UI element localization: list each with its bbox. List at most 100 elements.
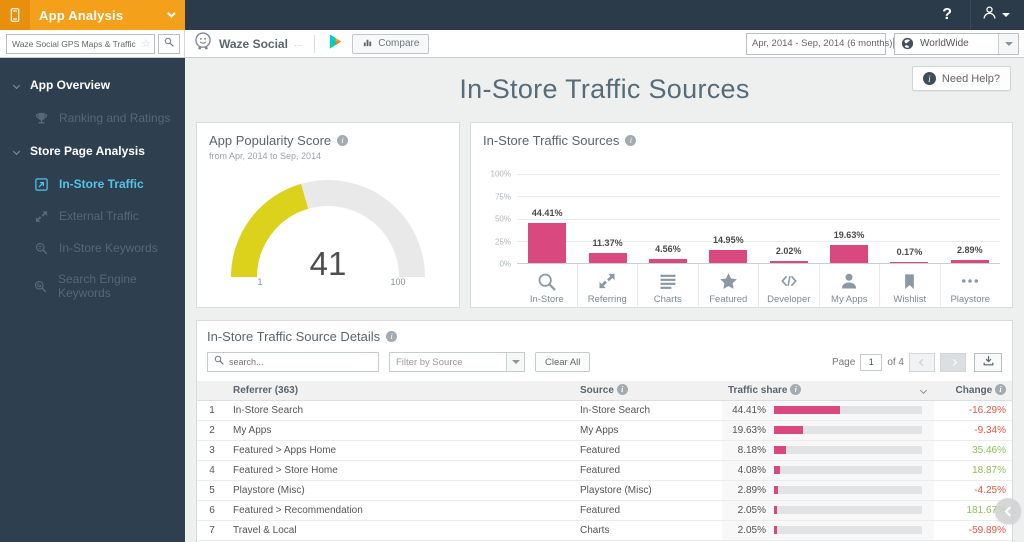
category-cell-developer[interactable]: Developer: [758, 264, 819, 309]
share-value: 4.08%: [737, 464, 766, 476]
category-cell-referring[interactable]: Referring: [576, 264, 638, 309]
change-cell: -16.29%: [934, 400, 1012, 421]
traffic-share-cell: 19.63%: [722, 420, 934, 441]
info-icon[interactable]: i: [386, 331, 398, 342]
bar[interactable]: [709, 249, 748, 263]
bar-value-label: 19.63%: [833, 230, 865, 241]
next-page-button[interactable]: [940, 352, 966, 372]
main-content: In-Store Traffic Sources i Need Help? Ap…: [185, 58, 1024, 542]
date-range-picker[interactable]: Apr, 2014 - Sep, 2014 (6 months): [746, 32, 907, 55]
bar-column: 19.63%: [819, 174, 879, 263]
chevron-down-icon: [12, 147, 21, 155]
app-search-field[interactable]: ☆: [6, 33, 155, 54]
compare-button[interactable]: Compare: [352, 33, 430, 54]
bar[interactable]: [769, 261, 808, 263]
clear-all-button[interactable]: Clear All: [535, 352, 591, 372]
bar[interactable]: [588, 252, 627, 263]
section-label: Store Page Analysis: [30, 144, 145, 158]
info-icon[interactable]: i: [995, 384, 1006, 396]
export-button[interactable]: [974, 352, 1002, 372]
category-cell-my-apps[interactable]: My Apps: [818, 264, 880, 309]
traffic-sources-card-title: In-Store Traffic Sources: [483, 133, 620, 148]
info-icon[interactable]: i: [790, 384, 802, 396]
column-referrer[interactable]: Referrer (363): [227, 381, 574, 401]
share-bar-fill: [774, 506, 778, 514]
column-traffic-share[interactable]: Traffic share i: [722, 381, 934, 401]
filter-dropdown-arrow[interactable]: [506, 353, 524, 371]
sidebar-section-store-page-analysis[interactable]: Store Page Analysis: [0, 134, 185, 168]
sidebar-item-external-traffic[interactable]: External Traffic: [0, 200, 185, 232]
bar-value-label: 0.17%: [896, 246, 923, 257]
details-table-body: 1 In-Store Search In-Store Search 44.41% -16…: [197, 400, 1012, 541]
help-button[interactable]: ?: [924, 6, 970, 24]
current-app[interactable]: Waze Social ...: [193, 31, 302, 56]
need-help-label: Need Help?: [941, 72, 1000, 85]
y-tick-label: 0%: [499, 259, 511, 269]
info-icon[interactable]: i: [616, 384, 628, 396]
chevron-right-icon: [949, 358, 957, 366]
mobile-phone-icon: [0, 0, 30, 30]
item-label: Search Engine Keywords: [58, 272, 137, 300]
previous-page-button[interactable]: [909, 352, 935, 372]
item-label: In-Store Traffic: [59, 177, 144, 191]
category-cell-in-store[interactable]: In-Store: [517, 264, 577, 309]
magnifier-icon: [213, 353, 225, 371]
traffic-share-cell: 2.89%: [722, 480, 934, 501]
info-icon[interactable]: i: [625, 135, 637, 146]
app-search-button[interactable]: [158, 33, 180, 54]
sidebar-item-in-store-keywords[interactable]: In-Store Keywords: [0, 232, 185, 264]
wishlist-bookmark-icon: [880, 270, 940, 292]
sidebar-item-search-engine-keywords[interactable]: Search Engine Keywords: [0, 264, 185, 308]
filter-by-source-select[interactable]: Filter by Source: [389, 352, 525, 372]
app-search-area: ☆: [0, 30, 185, 57]
need-help-button[interactable]: i Need Help?: [911, 66, 1011, 91]
share-value: 2.05%: [737, 504, 766, 516]
page-number-input[interactable]: [860, 353, 883, 371]
column-change[interactable]: Change i: [934, 381, 1012, 401]
sidebar-section-app-overview[interactable]: App Overview: [0, 68, 185, 102]
share-bar-track: [774, 506, 922, 514]
sidebar-item-in-store-traffic[interactable]: In-Store Traffic: [0, 168, 185, 200]
category-cell-charts[interactable]: Charts: [637, 264, 698, 309]
region-select[interactable]: WorldWide: [894, 32, 1019, 55]
gauge-max-label: 100: [390, 277, 405, 287]
my-apps-person-icon: [820, 270, 880, 292]
popularity-card-title: App Popularity Score: [209, 133, 332, 148]
app-search-input[interactable]: [7, 38, 142, 49]
category-cell-playstore[interactable]: Playstore: [939, 264, 1001, 309]
bar[interactable]: [950, 260, 989, 263]
referrer-cell: Featured > Store Home: [227, 460, 574, 481]
source-cell: Featured: [574, 440, 722, 461]
bar-column: 2.89%: [940, 174, 1000, 263]
product-switcher[interactable]: App Analysis: [0, 0, 185, 30]
feedback-button[interactable]: [995, 498, 1021, 524]
favorite-star-icon[interactable]: ☆: [141, 37, 154, 50]
bar[interactable]: [890, 261, 929, 263]
compare-label: Compare: [378, 38, 420, 49]
share-bar-track: [774, 526, 922, 534]
bar-column: 4.56%: [638, 174, 698, 263]
info-icon[interactable]: i: [337, 135, 349, 146]
bar-value-label: 14.95%: [713, 234, 744, 245]
chevron-down-icon: [12, 81, 21, 89]
download-icon: [982, 354, 995, 370]
item-label: In-Store Keywords: [59, 241, 158, 255]
chevron-left-icon: [1004, 506, 1014, 516]
category-cell-wishlist[interactable]: Wishlist: [879, 264, 940, 309]
sidebar-item-ranking-and-ratings[interactable]: Ranking and Ratings: [0, 102, 185, 134]
bar[interactable]: [830, 245, 869, 263]
category-cell-featured[interactable]: Featured: [697, 264, 759, 309]
chevron-left-icon: [918, 358, 926, 366]
bar-chart: 100% 75% 50% 25% 0% 44.41% 11.37% 4.56% 14.95% 2…: [483, 170, 1000, 269]
referrer-cell: Travel & Local: [227, 520, 574, 541]
gauge-value: 41: [310, 245, 347, 282]
bar[interactable]: [648, 258, 687, 263]
user-menu[interactable]: [970, 0, 1024, 30]
table-search-field[interactable]: [207, 352, 379, 372]
region-dropdown-arrow[interactable]: [998, 33, 1018, 54]
bar-columns: 44.41% 11.37% 4.56% 14.95% 2.02% 19.63% 0.17% 2…: [517, 174, 1000, 263]
region-value: WorldWide: [920, 38, 969, 49]
bar[interactable]: [528, 223, 567, 263]
column-source[interactable]: Source i: [574, 381, 722, 401]
table-search-input[interactable]: [229, 357, 373, 367]
